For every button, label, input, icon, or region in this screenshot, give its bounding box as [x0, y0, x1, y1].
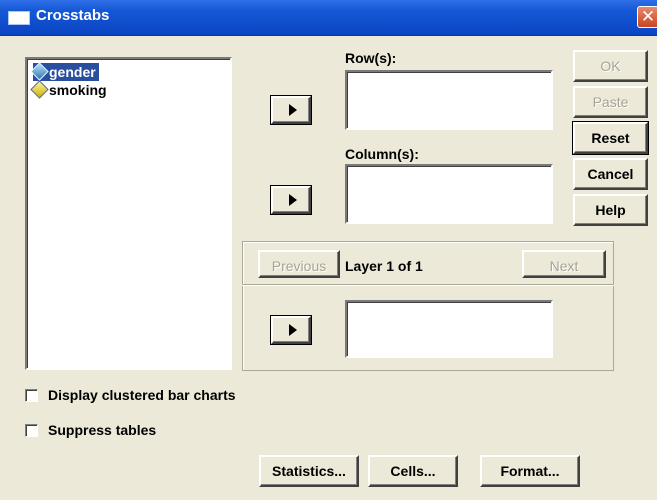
layer-divider	[242, 284, 614, 286]
title-bar: Crosstabs ✕	[0, 0, 657, 36]
move-to-layer-button[interactable]	[271, 316, 311, 344]
move-to-rows-button[interactable]	[271, 96, 311, 124]
rows-label: Row(s):	[345, 50, 397, 66]
move-to-columns-button[interactable]	[271, 186, 311, 214]
columns-list[interactable]	[345, 164, 553, 224]
clustered-bar-checkbox[interactable]	[25, 389, 38, 402]
rows-list[interactable]	[345, 70, 553, 130]
help-button[interactable]: Help	[573, 194, 648, 226]
suppress-tables-label: Suppress tables	[48, 422, 157, 438]
statistics-button[interactable]: Statistics...	[259, 455, 359, 487]
list-item-gender[interactable]: gender	[30, 62, 99, 81]
variable-label: gender	[49, 64, 96, 80]
format-button[interactable]: Format...	[480, 455, 580, 487]
layer-list[interactable]	[345, 300, 553, 358]
layer-status: Layer 1 of 1	[345, 258, 423, 274]
close-button[interactable]: ✕	[637, 6, 657, 28]
variable-icon	[30, 62, 49, 81]
reset-button[interactable]: Reset	[573, 122, 648, 154]
ok-button[interactable]: OK	[573, 50, 648, 82]
cancel-button[interactable]: Cancel	[573, 158, 648, 190]
next-layer-button[interactable]: Next	[522, 250, 606, 278]
variable-icon	[30, 80, 49, 99]
clustered-bar-label: Display clustered bar charts	[48, 387, 236, 403]
window-icon	[8, 11, 30, 25]
paste-button[interactable]: Paste	[573, 86, 648, 118]
previous-layer-button[interactable]: Previous	[258, 250, 340, 278]
list-item-smoking[interactable]: smoking	[30, 80, 110, 99]
cells-button[interactable]: Cells...	[368, 455, 458, 487]
columns-label: Column(s):	[345, 146, 419, 162]
variable-label: smoking	[49, 82, 107, 98]
variable-list[interactable]: gender smoking	[25, 57, 232, 370]
window-title: Crosstabs	[36, 7, 110, 24]
suppress-tables-checkbox[interactable]	[25, 424, 38, 437]
